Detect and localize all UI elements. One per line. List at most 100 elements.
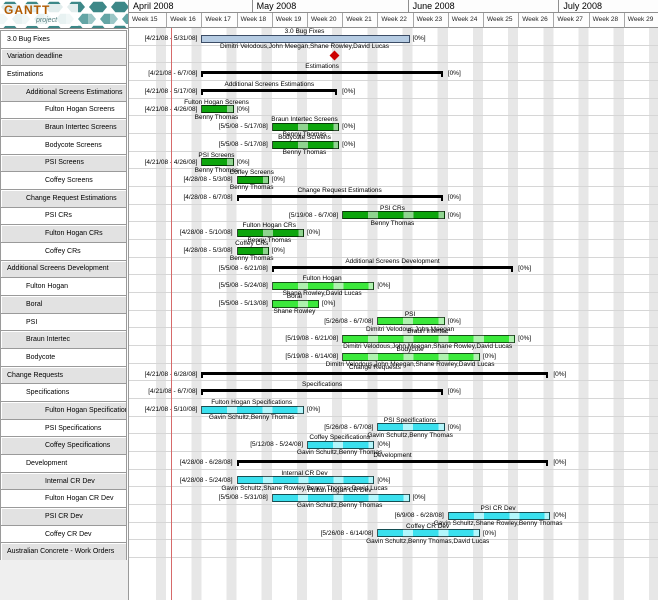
bar-progress-braun-intertec-screens: [0%] bbox=[342, 123, 355, 130]
bar-dates-psi-crs: [5/19/08 - 6/7/08] bbox=[188, 212, 338, 219]
task-bar-fulton-hogan-cr-dev[interactable] bbox=[272, 494, 410, 502]
summary-bar-change-requests[interactable] bbox=[201, 372, 548, 375]
summary-bar-additional-screens-development[interactable] bbox=[272, 266, 513, 269]
bar-label-bodycote: Bodycote bbox=[290, 346, 530, 353]
task-row-fulton-hogan[interactable]: Fulton Hogan bbox=[0, 277, 127, 296]
task-bar-coffey-crs[interactable] bbox=[237, 247, 269, 255]
bar-progress-fulton-hogan-crs: [0%] bbox=[307, 229, 320, 236]
task-bar-psi-specifications[interactable] bbox=[377, 423, 444, 431]
task-row-psi-crs[interactable]: PSI CRs bbox=[0, 207, 127, 226]
summary-bar-development[interactable] bbox=[237, 460, 549, 463]
task-row-australian-concrete-work-orders[interactable]: Australian Concrete - Work Orders bbox=[0, 542, 127, 561]
week-header-27: Week 27 bbox=[553, 13, 588, 28]
task-bar-fulton-hogan-crs[interactable] bbox=[237, 229, 304, 237]
task-bar-boral[interactable] bbox=[272, 300, 319, 308]
week-header-24: Week 24 bbox=[448, 13, 483, 28]
bar-label-psi: PSI bbox=[290, 311, 530, 318]
bar-label-coffey-screens: Coffey Screens bbox=[132, 169, 372, 176]
task-bar-psi-cr-dev[interactable] bbox=[448, 512, 551, 520]
bar-label-psi-screens: PSI Screens bbox=[96, 152, 336, 159]
task-bar-psi[interactable] bbox=[377, 317, 444, 325]
bar-label-psi-cr-dev: PSI CR Dev bbox=[378, 505, 618, 512]
summary-hook-right bbox=[546, 460, 548, 466]
summary-hook-left bbox=[272, 266, 274, 272]
week-header-17: Week 17 bbox=[201, 13, 236, 28]
summary-bar-change-request-estimations[interactable] bbox=[237, 195, 443, 198]
week-header-15: Week 15 bbox=[128, 13, 166, 28]
task-bar-coffey-cr-dev[interactable] bbox=[377, 529, 480, 537]
task-bar-internal-cr-dev[interactable] bbox=[237, 476, 375, 484]
task-bar-psi-crs[interactable] bbox=[342, 211, 445, 219]
bar-dates-change-request-estimations: [4/28/08 - 6/7/08] bbox=[83, 194, 233, 201]
summary-hook-left bbox=[201, 89, 203, 95]
bar-progress-3-0-bug-fixes: [0%] bbox=[413, 35, 426, 42]
task-bar-psi-screens[interactable] bbox=[201, 158, 233, 166]
panel-divider bbox=[128, 0, 129, 600]
task-bar-coffey-screens[interactable] bbox=[237, 176, 269, 184]
task-bar-bodycote-screens[interactable] bbox=[272, 141, 339, 149]
task-row-psi-specifications[interactable]: PSI Specifications bbox=[0, 419, 127, 438]
bar-label-fulton-hogan-cr-dev: Fulton Hogan CR Dev bbox=[220, 487, 460, 494]
task-bar-coffey-specifications[interactable] bbox=[307, 441, 374, 449]
bar-label-estimations: Estimations bbox=[202, 63, 442, 70]
bar-label-specifications: Specifications bbox=[202, 381, 442, 388]
task-row-variation-deadline[interactable]: Variation deadline bbox=[0, 48, 127, 67]
week-header-25: Week 25 bbox=[483, 13, 518, 28]
bar-dates-fulton-hogan-crs: [4/28/08 - 5/10/08] bbox=[83, 229, 233, 236]
bar-label-braun-intertec-screens: Braun Intertec Screens bbox=[184, 116, 424, 123]
summary-hook-left bbox=[237, 195, 239, 201]
task-bar-fulton-hogan-screens[interactable] bbox=[201, 105, 233, 113]
task-row-coffey-specifications[interactable]: Coffey Specifications bbox=[0, 436, 127, 455]
task-row-psi[interactable]: PSI bbox=[0, 313, 127, 332]
summary-hook-right bbox=[441, 71, 443, 77]
month-header-july: July 2008 bbox=[558, 0, 658, 13]
week-header-26: Week 26 bbox=[518, 13, 553, 28]
bar-dates-additional-screens-estimations: [4/21/08 - 5/17/08] bbox=[47, 88, 197, 95]
task-bar-3-0-bug-fixes[interactable] bbox=[201, 35, 409, 43]
week-header-19: Week 19 bbox=[272, 13, 307, 28]
task-row-boral[interactable]: Boral bbox=[0, 295, 127, 314]
summary-bar-additional-screens-estimations[interactable] bbox=[201, 89, 337, 92]
task-row-coffey-cr-dev[interactable]: Coffey CR Dev bbox=[0, 525, 127, 544]
week-header-16: Week 16 bbox=[166, 13, 201, 28]
task-row-braun-intertec[interactable]: Braun Intertec bbox=[0, 330, 127, 349]
bar-dates-braun-intertec: [5/19/08 - 6/21/08] bbox=[188, 335, 338, 342]
gantt-logo-graphic: GANTT project bbox=[0, 0, 128, 28]
summary-bar-specifications[interactable] bbox=[201, 389, 442, 392]
task-bar-braun-intertec-screens[interactable] bbox=[272, 123, 339, 131]
task-bar-fulton-hogan[interactable] bbox=[272, 282, 375, 290]
summary-bar-estimations[interactable] bbox=[201, 71, 442, 74]
bar-label-additional-screens-development: Additional Screens Development bbox=[272, 258, 512, 265]
bar-progress-coffey-screens: [0%] bbox=[272, 176, 285, 183]
app-logo: GANTT project bbox=[0, 0, 128, 29]
summary-hook-left bbox=[201, 71, 203, 77]
bar-label-fulton-hogan-screens: Fulton Hogan Screens bbox=[96, 99, 336, 106]
bar-progress-development: [0%] bbox=[553, 459, 566, 466]
bar-dates-psi-cr-dev: [6/9/08 - 6/28/08] bbox=[294, 512, 444, 519]
bar-progress-fulton-hogan: [0%] bbox=[377, 282, 390, 289]
bar-progress-bodycote: [0%] bbox=[483, 353, 496, 360]
task-row-braun-intertec-screens[interactable]: Braun Intertec Screens bbox=[0, 118, 127, 137]
week-header-20: Week 20 bbox=[307, 13, 342, 28]
bar-dates-psi-screens: [4/21/08 - 4/26/08] bbox=[47, 159, 197, 166]
week-header-21: Week 21 bbox=[342, 13, 377, 28]
week-header-18: Week 18 bbox=[237, 13, 272, 28]
bar-progress-additional-screens-estimations: [0%] bbox=[342, 88, 355, 95]
bar-dates-bodycote: [5/19/08 - 6/14/08] bbox=[188, 353, 338, 360]
task-row-fulton-hogan-cr-dev[interactable]: Fulton Hogan CR Dev bbox=[0, 489, 127, 508]
task-bar-braun-intertec[interactable] bbox=[342, 335, 515, 343]
bar-dates-psi-specifications: [5/26/08 - 6/7/08] bbox=[223, 424, 373, 431]
bar-dates-coffey-specifications: [5/12/08 - 5/24/08] bbox=[153, 441, 303, 448]
bar-dates-development: [4/28/08 - 6/28/08] bbox=[83, 459, 233, 466]
bar-label-psi-crs: PSI CRs bbox=[272, 205, 512, 212]
summary-hook-right bbox=[441, 195, 443, 201]
task-row-additional-screens-development[interactable]: Additional Screens Development bbox=[0, 260, 127, 279]
bar-label-coffey-cr-dev: Coffey CR Dev bbox=[308, 523, 548, 530]
bar-dates-coffey-crs: [4/28/08 - 5/3/08] bbox=[83, 247, 233, 254]
task-row-bodycote[interactable]: Bodycote bbox=[0, 348, 127, 367]
task-bar-bodycote[interactable] bbox=[342, 353, 480, 361]
task-row-psi-cr-dev[interactable]: PSI CR Dev bbox=[0, 507, 127, 526]
bar-label-fulton-hogan: Fulton Hogan bbox=[202, 275, 442, 282]
task-bar-fulton-hogan-specifications[interactable] bbox=[201, 406, 304, 414]
bar-progress-internal-cr-dev: [0%] bbox=[377, 477, 390, 484]
